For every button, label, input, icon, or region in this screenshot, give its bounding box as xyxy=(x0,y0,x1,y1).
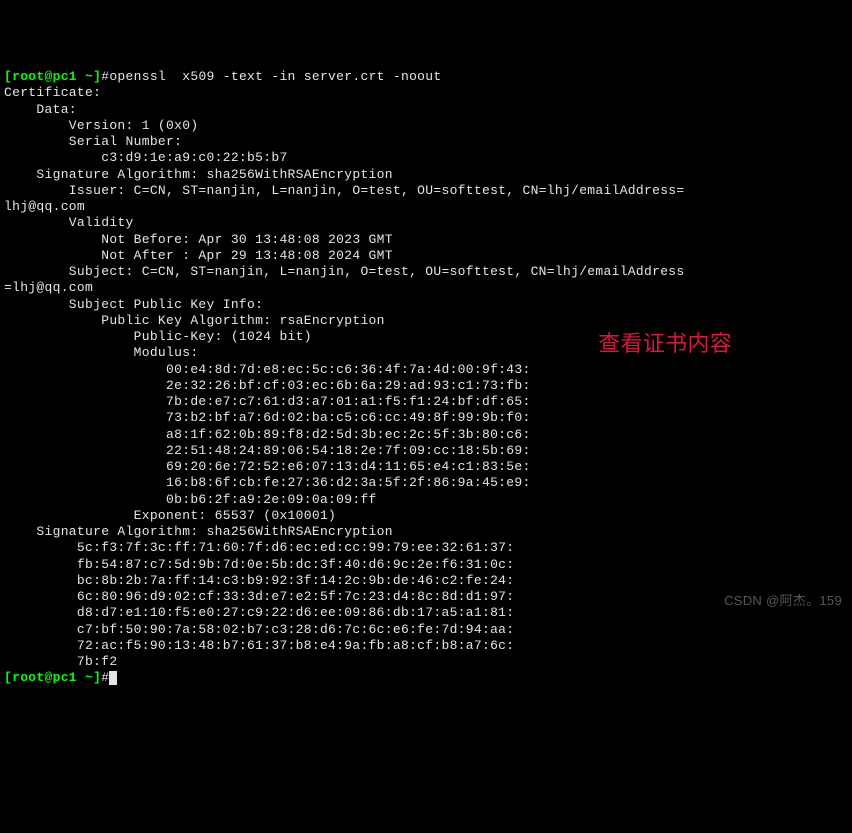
watermark-label: CSDN @阿杰。159 xyxy=(724,593,842,609)
output-line: Subject Public Key Info: xyxy=(4,297,263,312)
prompt-user-host: [root@pc1 ~] xyxy=(4,670,101,685)
output-line: 6c:80:96:d9:02:cf:33:3d:e7:e2:5f:7c:23:d… xyxy=(4,589,514,604)
prompt-symbol: # xyxy=(101,670,109,685)
output-line: Not After : Apr 29 13:48:08 2024 GMT xyxy=(4,248,393,263)
output-line: c7:bf:50:90:7a:58:02:b7:c3:28:d6:7c:6c:e… xyxy=(4,622,514,637)
output-line: Public-Key: (1024 bit) xyxy=(4,329,312,344)
output-line: Exponent: 65537 (0x10001) xyxy=(4,508,336,523)
output-line: Version: 1 (0x0) xyxy=(4,118,198,133)
output-line: 00:e4:8d:7d:e8:ec:5c:c6:36:4f:7a:4d:00:9… xyxy=(4,362,531,377)
output-line: Serial Number: xyxy=(4,134,182,149)
cursor-icon xyxy=(109,671,117,685)
output-line: 72:ac:f5:90:13:48:b7:61:37:b8:e4:9a:fb:a… xyxy=(4,638,514,653)
output-line: Signature Algorithm: sha256WithRSAEncryp… xyxy=(4,524,393,539)
output-line: =lhj@qq.com xyxy=(4,280,93,295)
output-line: Not Before: Apr 30 13:48:08 2023 GMT xyxy=(4,232,393,247)
output-line: fb:54:87:c7:5d:9b:7d:0e:5b:dc:3f:40:d6:9… xyxy=(4,557,514,572)
output-line: Modulus: xyxy=(4,345,198,360)
output-line: Certificate: xyxy=(4,85,101,100)
output-line: Subject: C=CN, ST=nanjin, L=nanjin, O=te… xyxy=(4,264,685,279)
output-line: 5c:f3:7f:3c:ff:71:60:7f:d6:ec:ed:cc:99:7… xyxy=(4,540,514,555)
output-line: 7b:de:e7:c7:61:d3:a7:01:a1:f5:f1:24:bf:d… xyxy=(4,394,531,409)
output-line: 16:b8:6f:cb:fe:27:36:d2:3a:5f:2f:86:9a:4… xyxy=(4,475,531,490)
terminal-output[interactable]: [root@pc1 ~]#openssl x509 -text -in serv… xyxy=(4,69,848,687)
output-line: Data: xyxy=(4,102,77,117)
command-input: openssl x509 -text -in server.crt -noout xyxy=(109,69,441,84)
output-line: 69:20:6e:72:52:e6:07:13:d4:11:65:e4:c1:8… xyxy=(4,459,531,474)
output-line: 2e:32:26:bf:cf:03:ec:6b:6a:29:ad:93:c1:7… xyxy=(4,378,531,393)
output-line: bc:8b:2b:7a:ff:14:c3:b9:92:3f:14:2c:9b:d… xyxy=(4,573,514,588)
output-line: c3:d9:1e:a9:c0:22:b5:b7 xyxy=(4,150,288,165)
output-line: Issuer: C=CN, ST=nanjin, L=nanjin, O=tes… xyxy=(4,183,685,198)
output-line: Public Key Algorithm: rsaEncryption xyxy=(4,313,385,328)
output-line: Signature Algorithm: sha256WithRSAEncryp… xyxy=(4,167,393,182)
output-line: 0b:b6:2f:a9:2e:09:0a:09:ff xyxy=(4,492,377,507)
output-line: 7b:f2 xyxy=(4,654,117,669)
output-line: a8:1f:62:0b:89:f8:d2:5d:3b:ec:2c:5f:3b:8… xyxy=(4,427,531,442)
annotation-label: 查看证书内容 xyxy=(598,330,732,358)
output-line: lhj@qq.com xyxy=(4,199,85,214)
output-line: 73:b2:bf:a7:6d:02:ba:c5:c6:cc:49:8f:99:9… xyxy=(4,410,531,425)
output-line: Validity xyxy=(4,215,134,230)
output-line: 22:51:48:24:89:06:54:18:2e:7f:09:cc:18:5… xyxy=(4,443,531,458)
prompt-user-host: [root@pc1 ~] xyxy=(4,69,101,84)
